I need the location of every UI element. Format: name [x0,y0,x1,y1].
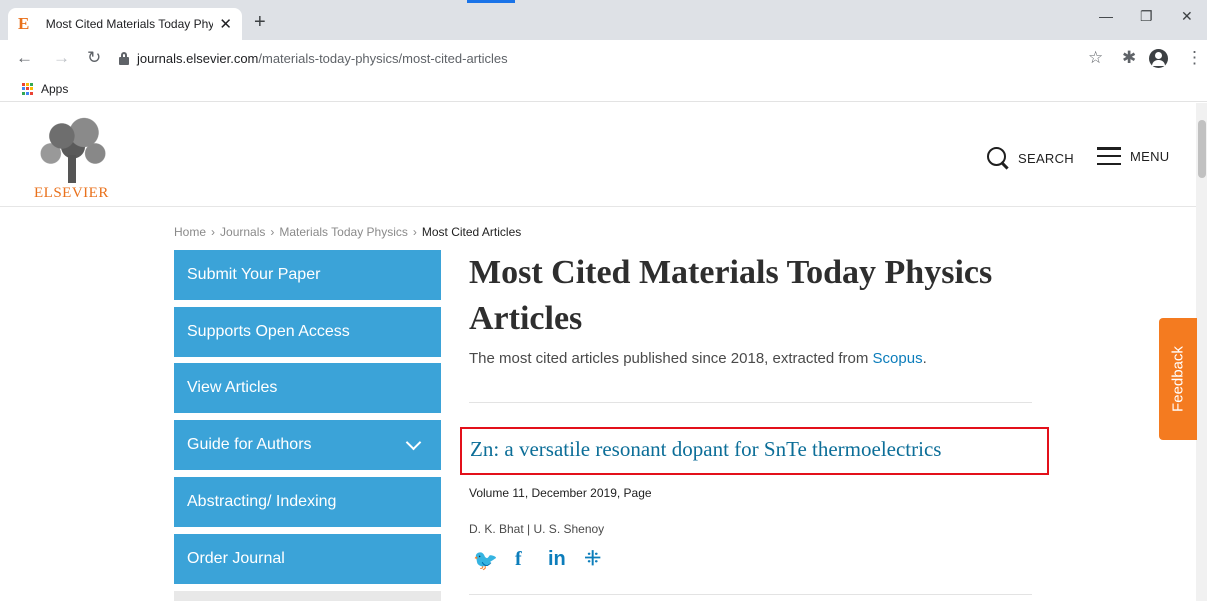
elsevier-favicon-icon: E [18,14,30,33]
header-search-button[interactable]: SEARCH [987,147,1074,169]
breadcrumb-current: Most Cited Articles [421,225,522,239]
search-label: SEARCH [1018,150,1074,166]
article-authors: D. K. Bhat | U. S. Shenoy [469,522,605,536]
article-divider [469,594,1032,595]
breadcrumb: Home › Journals › Materials Today Physics › Mo… [174,225,521,239]
sidebar-item-abstracting-indexing[interactable]: Abstracting/ Indexing [174,477,441,527]
sidebar-item-label: Submit Your Paper [187,266,321,283]
apps-grid-icon[interactable] [22,83,34,95]
facebook-icon[interactable]: f [515,548,522,571]
sidebar-item-label: Order Journal [187,550,285,567]
chevron-down-icon [405,434,422,451]
breadcrumb-separator: › [211,225,216,239]
twitter-icon[interactable]: 🐦 [473,548,498,573]
restore-icon[interactable]: ❐ [1140,8,1153,25]
subtitle-text: The most cited articles published since … [469,350,873,367]
mendeley-icon[interactable]: ꔰ [584,548,601,571]
breadcrumb-separator: › [412,225,417,239]
scrollbar-thumb[interactable] [1198,120,1206,178]
page-subtitle: The most cited articles published since … [469,350,927,367]
breadcrumb-journals[interactable]: Journals [220,225,265,239]
article-volume: Volume 11, December 2019, Page [469,486,652,500]
more-icon[interactable]: ⋮ [1186,48,1203,68]
profile-icon[interactable] [1149,49,1168,68]
reload-icon[interactable]: ↻ [87,48,101,68]
subtitle-period: . [922,350,927,367]
breadcrumb-separator: › [270,225,275,239]
sidebar-item-label: Supports Open Access [187,323,350,340]
extensions-icon[interactable]: ✱ [1122,48,1136,68]
close-window-icon[interactable]: ✕ [1181,8,1193,25]
url-path: /materials-today-physics/most-cited-arti… [258,51,508,66]
minimize-icon[interactable]: — [1099,8,1113,24]
feedback-label: Feedback [1169,346,1187,412]
sidebar-item-open-access[interactable]: Supports Open Access [174,307,441,357]
content-divider [469,402,1032,403]
url-host: journals.elsevier.com [137,51,259,66]
sidebar-item-guide-for-authors[interactable]: Guide for Authors [174,420,441,470]
lock-icon[interactable] [119,52,129,65]
close-tab-icon[interactable]: ✕ [219,15,232,33]
tree-trunk [68,155,76,183]
elsevier-logo[interactable]: ELSEVIER [34,115,114,203]
sidebar-item-label: View Articles [187,379,278,396]
sidebar-footer-block [174,591,441,601]
sidebar-item-label: Abstracting/ Indexing [187,493,337,510]
breadcrumb-journal[interactable]: Materials Today Physics [279,225,408,239]
breadcrumb-home[interactable]: Home [174,225,206,239]
new-tab-button[interactable]: + [254,11,266,34]
apps-bookmark[interactable]: Apps [41,82,68,96]
search-icon [987,147,1009,169]
page-title: Most Cited Materials Today Physics Artic… [469,254,993,337]
hamburger-icon [1097,147,1121,165]
scopus-link[interactable]: Scopus [873,350,923,367]
sidebar-item-view-articles[interactable]: View Articles [174,363,441,413]
feedback-tab[interactable]: Feedback [1159,318,1197,440]
forward-arrow-icon[interactable]: → [53,48,70,68]
star-icon[interactable]: ☆ [1088,48,1103,68]
tab-title: Most Cited Materials Today Physi [45,17,214,31]
header-menu-button[interactable]: MENU [1097,147,1169,165]
article-title-link[interactable]: Zn: a versatile resonant dopant for SnTe… [470,437,941,462]
linkedin-icon[interactable]: in [548,548,566,571]
sidebar-item-submit-paper[interactable]: Submit Your Paper [174,250,441,300]
logo-wordmark: ELSEVIER [34,185,109,201]
sidebar-item-order-journal[interactable]: Order Journal [174,534,441,584]
header-divider [0,206,1196,207]
browser-tab[interactable]: E Most Cited Materials Today Physi ✕ [8,8,242,40]
back-arrow-icon[interactable]: ← [16,48,33,68]
menu-label: MENU [1130,148,1170,164]
bookmarks-bar [0,78,1207,102]
address-bar[interactable]: journals.elsevier.com/materials-today-ph… [137,51,508,66]
sidebar-item-label: Guide for Authors [187,436,312,453]
tab-strip-indicator [467,0,515,3]
